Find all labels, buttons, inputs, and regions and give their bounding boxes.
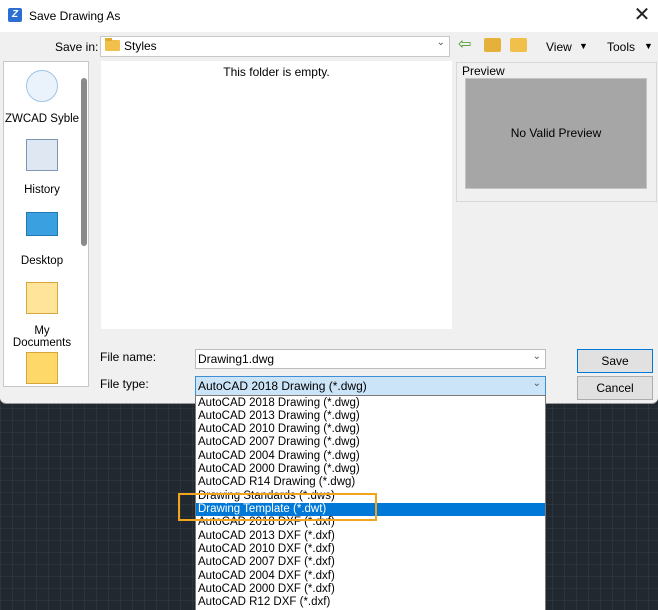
preview-area: No Valid Preview bbox=[465, 78, 647, 189]
preview-label: Preview bbox=[462, 64, 505, 78]
folder-icon bbox=[105, 38, 120, 51]
views-menu[interactable]: View bbox=[546, 40, 572, 54]
views-caret-icon[interactable]: ▼ bbox=[579, 41, 588, 51]
save-in-value: Styles bbox=[124, 39, 157, 53]
places-item-history[interactable]: History bbox=[4, 184, 80, 196]
file-type-option[interactable]: AutoCAD 2010 Drawing (*.dwg) bbox=[196, 423, 545, 436]
chevron-down-icon: ⌄ bbox=[532, 351, 541, 362]
cancel-button[interactable]: Cancel bbox=[577, 376, 653, 400]
places-item-my-documents[interactable]: My Documents bbox=[4, 325, 80, 349]
title-bar: Z Save Drawing As ✕ bbox=[0, 0, 658, 32]
file-type-option[interactable]: AutoCAD R14 Drawing (*.dwg) bbox=[196, 476, 545, 489]
my-documents-icon[interactable] bbox=[26, 282, 58, 314]
favorites-icon[interactable] bbox=[26, 352, 58, 384]
file-type-option[interactable]: AutoCAD 2010 DXF (*.dxf) bbox=[196, 543, 545, 556]
zwcad-styles-icon[interactable] bbox=[26, 70, 58, 102]
file-type-value: AutoCAD 2018 Drawing (*.dwg) bbox=[198, 379, 367, 393]
file-type-option[interactable]: AutoCAD 2007 DXF (*.dxf) bbox=[196, 556, 545, 569]
file-list[interactable]: This folder is empty. bbox=[101, 61, 452, 329]
desktop-icon[interactable] bbox=[26, 212, 58, 236]
file-name-input[interactable]: Drawing1.dwg ⌄ bbox=[195, 349, 546, 369]
file-name-label: File name: bbox=[100, 350, 157, 364]
tools-menu[interactable]: Tools bbox=[607, 40, 635, 54]
file-type-select[interactable]: AutoCAD 2018 Drawing (*.dwg) ⌄ bbox=[195, 376, 546, 396]
back-arrow-icon[interactable]: ⇦ bbox=[458, 37, 475, 53]
file-type-option[interactable]: AutoCAD 2007 Drawing (*.dwg) bbox=[196, 436, 545, 449]
save-button[interactable]: Save bbox=[577, 349, 653, 373]
file-type-option[interactable]: AutoCAD 2000 DXF (*.dxf) bbox=[196, 583, 545, 596]
file-type-option[interactable]: AutoCAD 2000 Drawing (*.dwg) bbox=[196, 463, 545, 476]
file-type-option[interactable]: AutoCAD 2004 DXF (*.dxf) bbox=[196, 570, 545, 583]
save-in-label: Save in: bbox=[55, 40, 99, 54]
save-in-dropdown[interactable]: Styles ⌄ bbox=[100, 36, 450, 57]
places-bar: ZWCAD Syble History Desktop My Documents bbox=[3, 61, 89, 387]
save-drawing-dialog: Z Save Drawing As ✕ Save in: Styles ⌄ ⇦ … bbox=[0, 0, 658, 404]
file-name-value: Drawing1.dwg bbox=[198, 352, 275, 366]
empty-folder-message: This folder is empty. bbox=[223, 65, 330, 79]
annotation-highlight-box bbox=[178, 493, 377, 521]
up-folder-icon[interactable] bbox=[484, 38, 501, 52]
file-type-option[interactable]: AutoCAD 2018 Drawing (*.dwg) bbox=[196, 397, 545, 410]
places-scrollbar[interactable] bbox=[81, 78, 87, 246]
places-item-desktop[interactable]: Desktop bbox=[4, 255, 80, 267]
file-type-option[interactable]: AutoCAD R12 DXF (*.dxf) bbox=[196, 596, 545, 609]
preview-message: No Valid Preview bbox=[510, 126, 602, 140]
dialog-title: Save Drawing As bbox=[29, 9, 121, 23]
tools-caret-icon[interactable]: ▼ bbox=[644, 41, 653, 51]
chevron-down-icon: ⌄ bbox=[436, 37, 445, 48]
history-icon[interactable] bbox=[26, 139, 58, 171]
places-item-zwcad-styles[interactable]: ZWCAD Syble bbox=[4, 113, 80, 125]
file-type-option[interactable]: AutoCAD 2004 Drawing (*.dwg) bbox=[196, 450, 545, 463]
new-folder-icon[interactable] bbox=[510, 38, 527, 52]
file-type-option[interactable]: AutoCAD 2013 Drawing (*.dwg) bbox=[196, 410, 545, 423]
file-type-label: File type: bbox=[100, 377, 149, 391]
chevron-down-icon: ⌄ bbox=[532, 378, 541, 389]
file-type-option[interactable]: AutoCAD 2013 DXF (*.dxf) bbox=[196, 530, 545, 543]
zwcad-app-icon: Z bbox=[8, 8, 22, 22]
close-button[interactable]: ✕ bbox=[630, 3, 654, 27]
